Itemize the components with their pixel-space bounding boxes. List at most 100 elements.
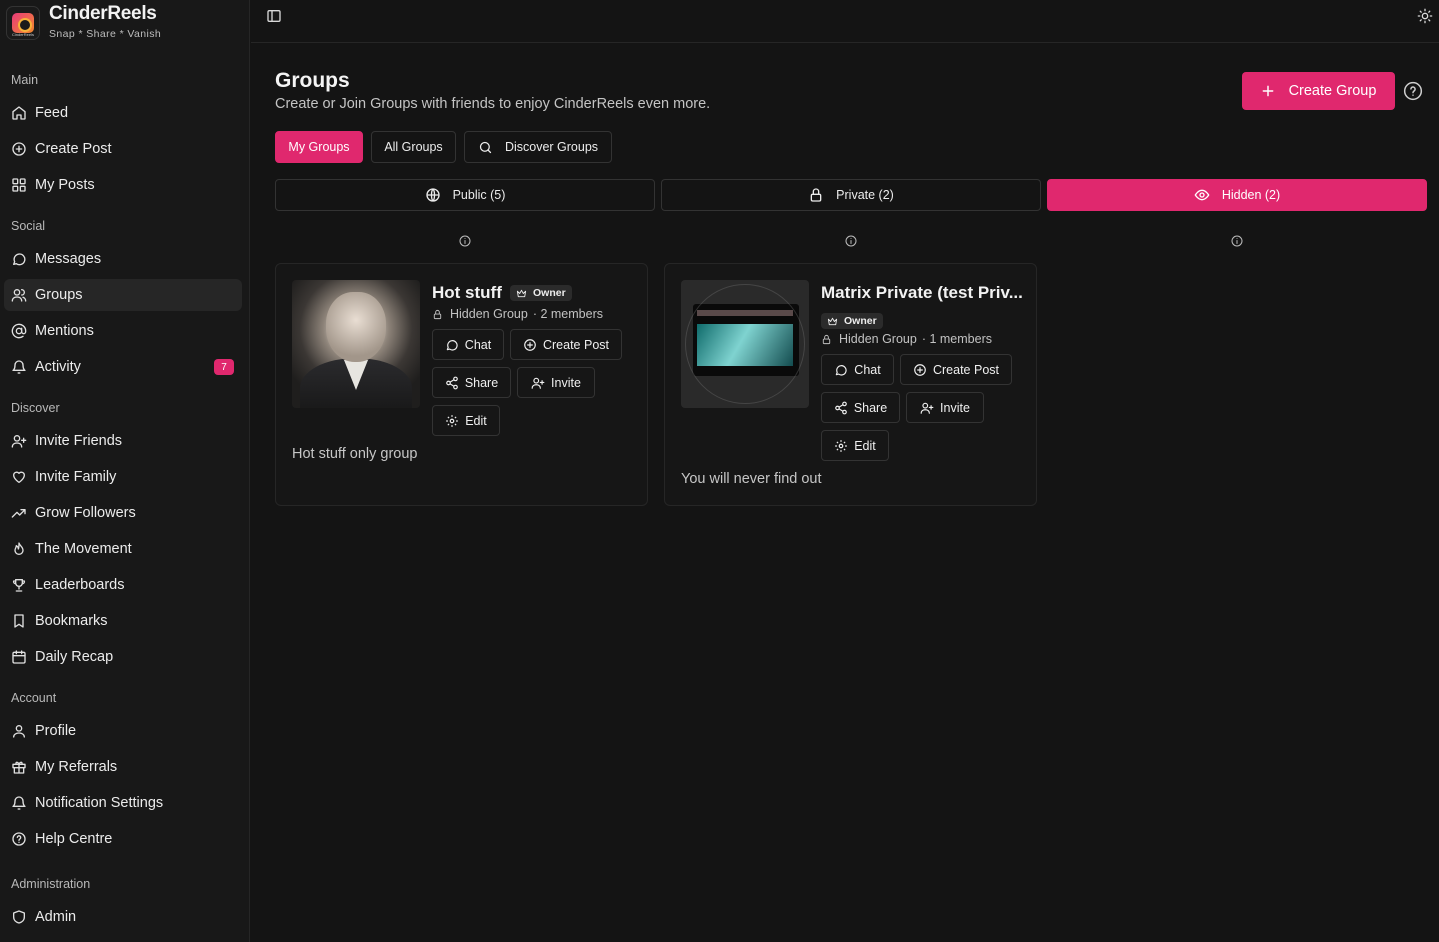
sidebar-item-profile[interactable]: Profile	[4, 715, 242, 747]
sidebar: CinderReels CinderReels Snap * Share * V…	[0, 0, 250, 942]
sidebar-item-notification-settings[interactable]: Notification Settings	[4, 787, 242, 819]
group-meta: Hidden Group · 2 members	[432, 307, 603, 321]
tab-my-groups[interactable]: My Groups	[275, 131, 363, 163]
crown-icon	[827, 317, 838, 325]
chat-button[interactable]: Chat	[821, 354, 894, 385]
sidebar-item-label: Invite Family	[35, 469, 117, 485]
group-title[interactable]: Matrix Private (test Priv...	[821, 283, 1023, 303]
eye-icon	[1194, 189, 1210, 201]
bell-icon	[12, 360, 26, 374]
section-administration: Administration	[11, 877, 91, 891]
sidebar-item-label: Activity	[35, 359, 81, 375]
message-circle-icon	[836, 364, 847, 376]
group-thumbnail	[292, 280, 420, 408]
sidebar-item-label: Notification Settings	[35, 795, 164, 811]
user-plus-icon	[531, 377, 545, 389]
share-icon	[834, 401, 847, 414]
group-card[interactable]: Hot stuff Owner Hidden Group · 2 members…	[275, 263, 648, 506]
create-post-button[interactable]: Create Post	[900, 354, 1012, 385]
sun-icon[interactable]	[1417, 8, 1433, 24]
sidebar-item-grow-followers[interactable]: Grow Followers	[4, 497, 242, 529]
app-name: CinderReels	[49, 3, 157, 24]
sidebar-item-groups[interactable]: Groups	[4, 279, 242, 311]
tab-hidden[interactable]: Hidden (2)	[1047, 179, 1427, 211]
users-icon	[11, 289, 27, 302]
member-count: · 2 members	[532, 307, 603, 321]
sidebar-item-activity[interactable]: Activity 7	[4, 351, 242, 383]
create-post-button[interactable]: Create Post	[510, 329, 622, 360]
sidebar-item-daily-recap[interactable]: Daily Recap	[4, 641, 242, 673]
sidebar-item-label: Feed	[35, 105, 69, 121]
sidebar-item-my-posts[interactable]: My Posts	[4, 169, 242, 201]
invite-label: Invite	[940, 400, 970, 415]
tab-public[interactable]: Public (5)	[275, 179, 655, 211]
sidebar-item-label: My Posts	[35, 177, 95, 193]
invite-button[interactable]: Invite	[517, 367, 595, 398]
sidebar-item-invite-friends[interactable]: Invite Friends	[4, 425, 242, 457]
brand[interactable]: CinderReels CinderReels Snap * Share * V…	[6, 3, 162, 40]
share-button[interactable]: Share	[821, 392, 900, 423]
tab-label: All Groups	[384, 140, 443, 154]
message-circle-icon	[446, 339, 458, 351]
sidebar-item-label: Messages	[35, 251, 102, 267]
sidebar-item-messages[interactable]: Messages	[4, 243, 242, 275]
page-subtitle: Create or Join Groups with friends to en…	[275, 96, 711, 112]
section-account: Account	[11, 691, 57, 705]
group-title[interactable]: Hot stuff	[432, 283, 502, 303]
sidebar-item-label: Help Centre	[35, 831, 113, 847]
role-label: Owner	[533, 287, 566, 299]
app-tagline: Snap * Share * Vanish	[49, 28, 162, 40]
sidebar-item-leaderboards[interactable]: Leaderboards	[4, 569, 242, 601]
user-icon	[13, 725, 25, 738]
sidebar-item-create-post[interactable]: Create Post	[4, 133, 242, 165]
info-icon[interactable]	[459, 235, 471, 247]
share-label: Share	[853, 400, 888, 415]
group-card[interactable]: Matrix Private (test Priv... Owner Hidde…	[664, 263, 1037, 506]
create-group-button[interactable]: Create Group	[1242, 72, 1395, 110]
shield-icon	[13, 910, 25, 924]
sidebar-item-help-centre[interactable]: Help Centre	[4, 823, 242, 855]
lock-icon	[810, 188, 822, 202]
app-logo: CinderReels	[6, 6, 40, 40]
plus-circle-icon	[12, 142, 26, 156]
page-title: Groups	[275, 69, 350, 92]
chat-label: Chat	[854, 362, 881, 377]
tab-private[interactable]: Private (2)	[661, 179, 1041, 211]
tab-label: Hidden (2)	[1221, 188, 1281, 202]
sidebar-item-admin[interactable]: Admin	[4, 901, 242, 933]
invite-button[interactable]: Invite	[906, 392, 984, 423]
gear-icon	[446, 414, 459, 427]
edit-label: Edit	[465, 413, 487, 428]
sidebar-item-feed[interactable]: Feed	[4, 97, 242, 129]
group-description: Hot stuff only group	[292, 446, 418, 462]
sidebar-item-bookmarks[interactable]: Bookmarks	[4, 605, 242, 637]
sidebar-item-invite-family[interactable]: Invite Family	[4, 461, 242, 493]
plus-icon	[1262, 85, 1273, 97]
sidebar-item-the-movement[interactable]: The Movement	[4, 533, 242, 565]
at-sign-icon	[11, 323, 27, 339]
trophy-icon	[12, 579, 26, 592]
sidebar-item-label: Daily Recap	[35, 649, 114, 665]
plus-circle-icon	[524, 338, 536, 351]
trending-up-icon	[11, 509, 26, 518]
tab-discover-groups[interactable]: Discover Groups	[464, 131, 612, 163]
heart-icon	[13, 471, 25, 483]
sidebar-item-my-referrals[interactable]: My Referrals	[4, 751, 242, 783]
tab-label: My Groups	[288, 140, 350, 154]
help-circle-icon[interactable]	[1403, 81, 1423, 101]
message-circle-icon	[13, 253, 26, 266]
tab-label: Discover Groups	[504, 140, 599, 154]
sidebar-item-label: Profile	[35, 723, 77, 739]
edit-button[interactable]: Edit	[821, 430, 889, 461]
share-button[interactable]: Share	[432, 367, 511, 398]
sidebar-item-label: Admin	[35, 909, 77, 925]
edit-button[interactable]: Edit	[432, 405, 500, 436]
sidebar-item-mentions[interactable]: Mentions	[4, 315, 242, 347]
tab-all-groups[interactable]: All Groups	[371, 131, 456, 163]
info-icon[interactable]	[1231, 235, 1243, 247]
info-icon[interactable]	[845, 235, 857, 247]
chat-button[interactable]: Chat	[432, 329, 504, 360]
group-meta: Hidden Group · 1 members	[821, 332, 992, 346]
sidebar-toggle-icon[interactable]	[266, 8, 282, 24]
flame-icon	[14, 542, 24, 555]
